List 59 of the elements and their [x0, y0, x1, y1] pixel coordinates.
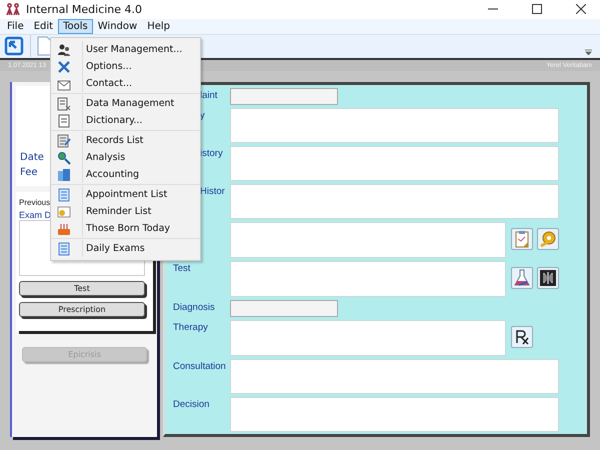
bell-icon [57, 204, 71, 218]
text-field[interactable] [230, 222, 506, 258]
menu-item[interactable]: Dictionary... [82, 112, 142, 129]
database-icon [57, 96, 71, 110]
menu-item[interactable]: Edit [28, 18, 58, 34]
menu-item[interactable]: Records List [82, 132, 144, 149]
text-field[interactable] [230, 359, 559, 394]
text-field[interactable] [230, 88, 338, 106]
menu-item[interactable]: User Management... [82, 41, 182, 58]
text-field[interactable] [230, 320, 506, 356]
field-label: Decision [173, 399, 210, 410]
maximize-icon[interactable] [532, 4, 542, 14]
menu-item[interactable]: Window [92, 18, 142, 34]
list-icon [57, 188, 71, 202]
overflow-icon[interactable] [585, 49, 592, 56]
menu-item[interactable]: Data Management [82, 95, 174, 112]
measuring-tape-icon[interactable] [537, 228, 559, 250]
menu-item[interactable]: File [2, 18, 29, 34]
ledger-icon [57, 168, 71, 182]
text-field[interactable] [230, 261, 506, 298]
text-field[interactable] [230, 108, 559, 144]
list-icon [57, 242, 71, 256]
menu-item[interactable]: Analysis [82, 149, 126, 166]
magnifier-icon [57, 150, 71, 164]
field-label: Date [20, 151, 44, 166]
field-label: Diagnosis [173, 302, 215, 314]
clipboard-icon[interactable] [511, 228, 533, 250]
flask-icon[interactable] [511, 267, 533, 290]
text-field[interactable] [230, 184, 559, 220]
menu-item[interactable]: Those Born Today [82, 220, 170, 237]
field-label: Test [173, 263, 190, 274]
text-field[interactable] [230, 146, 559, 182]
menu-item[interactable]: Contact... [82, 75, 132, 92]
book-icon [57, 114, 71, 128]
side-button[interactable]: Prescription [19, 302, 145, 318]
text-field[interactable] [230, 300, 338, 318]
notepad-icon [57, 134, 71, 148]
menu-item[interactable]: Accounting [82, 166, 140, 183]
window-title: Internal Medicine 4.0 [26, 2, 142, 16]
field-label: Therapy [173, 322, 208, 334]
field-label: Fee [20, 166, 38, 180]
people-icon [57, 42, 71, 56]
menu-item[interactable]: Tools [58, 18, 93, 34]
x-ray-icon[interactable] [537, 267, 559, 290]
prescription-icon[interactable] [511, 326, 533, 348]
text-field[interactable] [230, 397, 559, 432]
menu-item[interactable]: Options... [82, 58, 132, 75]
app-logo-icon [6, 2, 20, 16]
menu-item[interactable]: Appointment List [82, 186, 168, 203]
field-label: Consultation [173, 361, 226, 372]
cake-icon [57, 222, 71, 236]
close-icon[interactable] [576, 4, 586, 14]
section-label: Previous [19, 198, 50, 208]
menu-item[interactable]: Daily Exams [82, 240, 145, 257]
menu-item[interactable]: Help [142, 18, 175, 34]
field-label: Histor [200, 186, 225, 198]
menu-item[interactable]: Reminder List [82, 203, 152, 220]
side-button[interactable]: Test [19, 281, 145, 296]
arrow-box-icon[interactable] [4, 36, 24, 56]
